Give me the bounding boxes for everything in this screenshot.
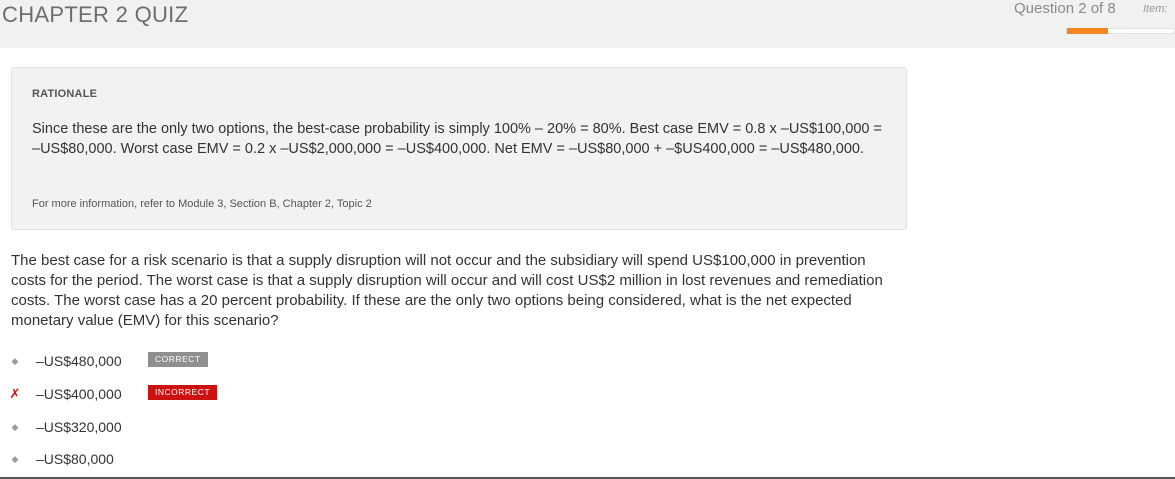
diamond-bullet-icon: ◆ bbox=[11, 356, 19, 366]
rationale-reference: For more information, refer to Module 3,… bbox=[32, 198, 372, 210]
answer-option-label: –US$80,000 bbox=[36, 451, 114, 467]
answer-option-label: –US$480,000 bbox=[36, 353, 122, 369]
answer-option[interactable]: ◆ –US$320,000 bbox=[0, 416, 400, 438]
quiz-title: CHAPTER 2 QUIZ bbox=[2, 2, 189, 27]
answer-option[interactable]: ◆ –US$80,000 bbox=[0, 448, 400, 470]
question-text: The best case for a risk scenario is tha… bbox=[11, 252, 883, 329]
rationale-panel: RATIONALE Since these are the only two o… bbox=[11, 67, 907, 230]
answer-option-label: –US$400,000 bbox=[36, 386, 122, 402]
rationale-heading: RATIONALE bbox=[32, 88, 98, 100]
cross-mark-icon: ✗ bbox=[9, 386, 21, 401]
rationale-text: Since these are the only two options, th… bbox=[32, 121, 882, 157]
answer-option[interactable]: ✗ –US$400,000 INCORRECT bbox=[0, 383, 400, 405]
quiz-header: CHAPTER 2 QUIZ Question 2 of 8 Item: bbox=[0, 0, 1175, 48]
item-label: Item: bbox=[1143, 3, 1168, 15]
answer-option-label: –US$320,000 bbox=[36, 419, 122, 435]
question-counter: Question 2 of 8 bbox=[1014, 0, 1116, 17]
progress-bar bbox=[1066, 28, 1175, 34]
correct-badge: CORRECT bbox=[148, 352, 208, 367]
answer-option[interactable]: ◆ –US$480,000 CORRECT bbox=[0, 350, 400, 372]
incorrect-badge: INCORRECT bbox=[148, 385, 218, 400]
diamond-bullet-icon: ◆ bbox=[11, 454, 19, 464]
diamond-bullet-icon: ◆ bbox=[11, 422, 19, 432]
progress-bar-fill bbox=[1067, 28, 1108, 34]
